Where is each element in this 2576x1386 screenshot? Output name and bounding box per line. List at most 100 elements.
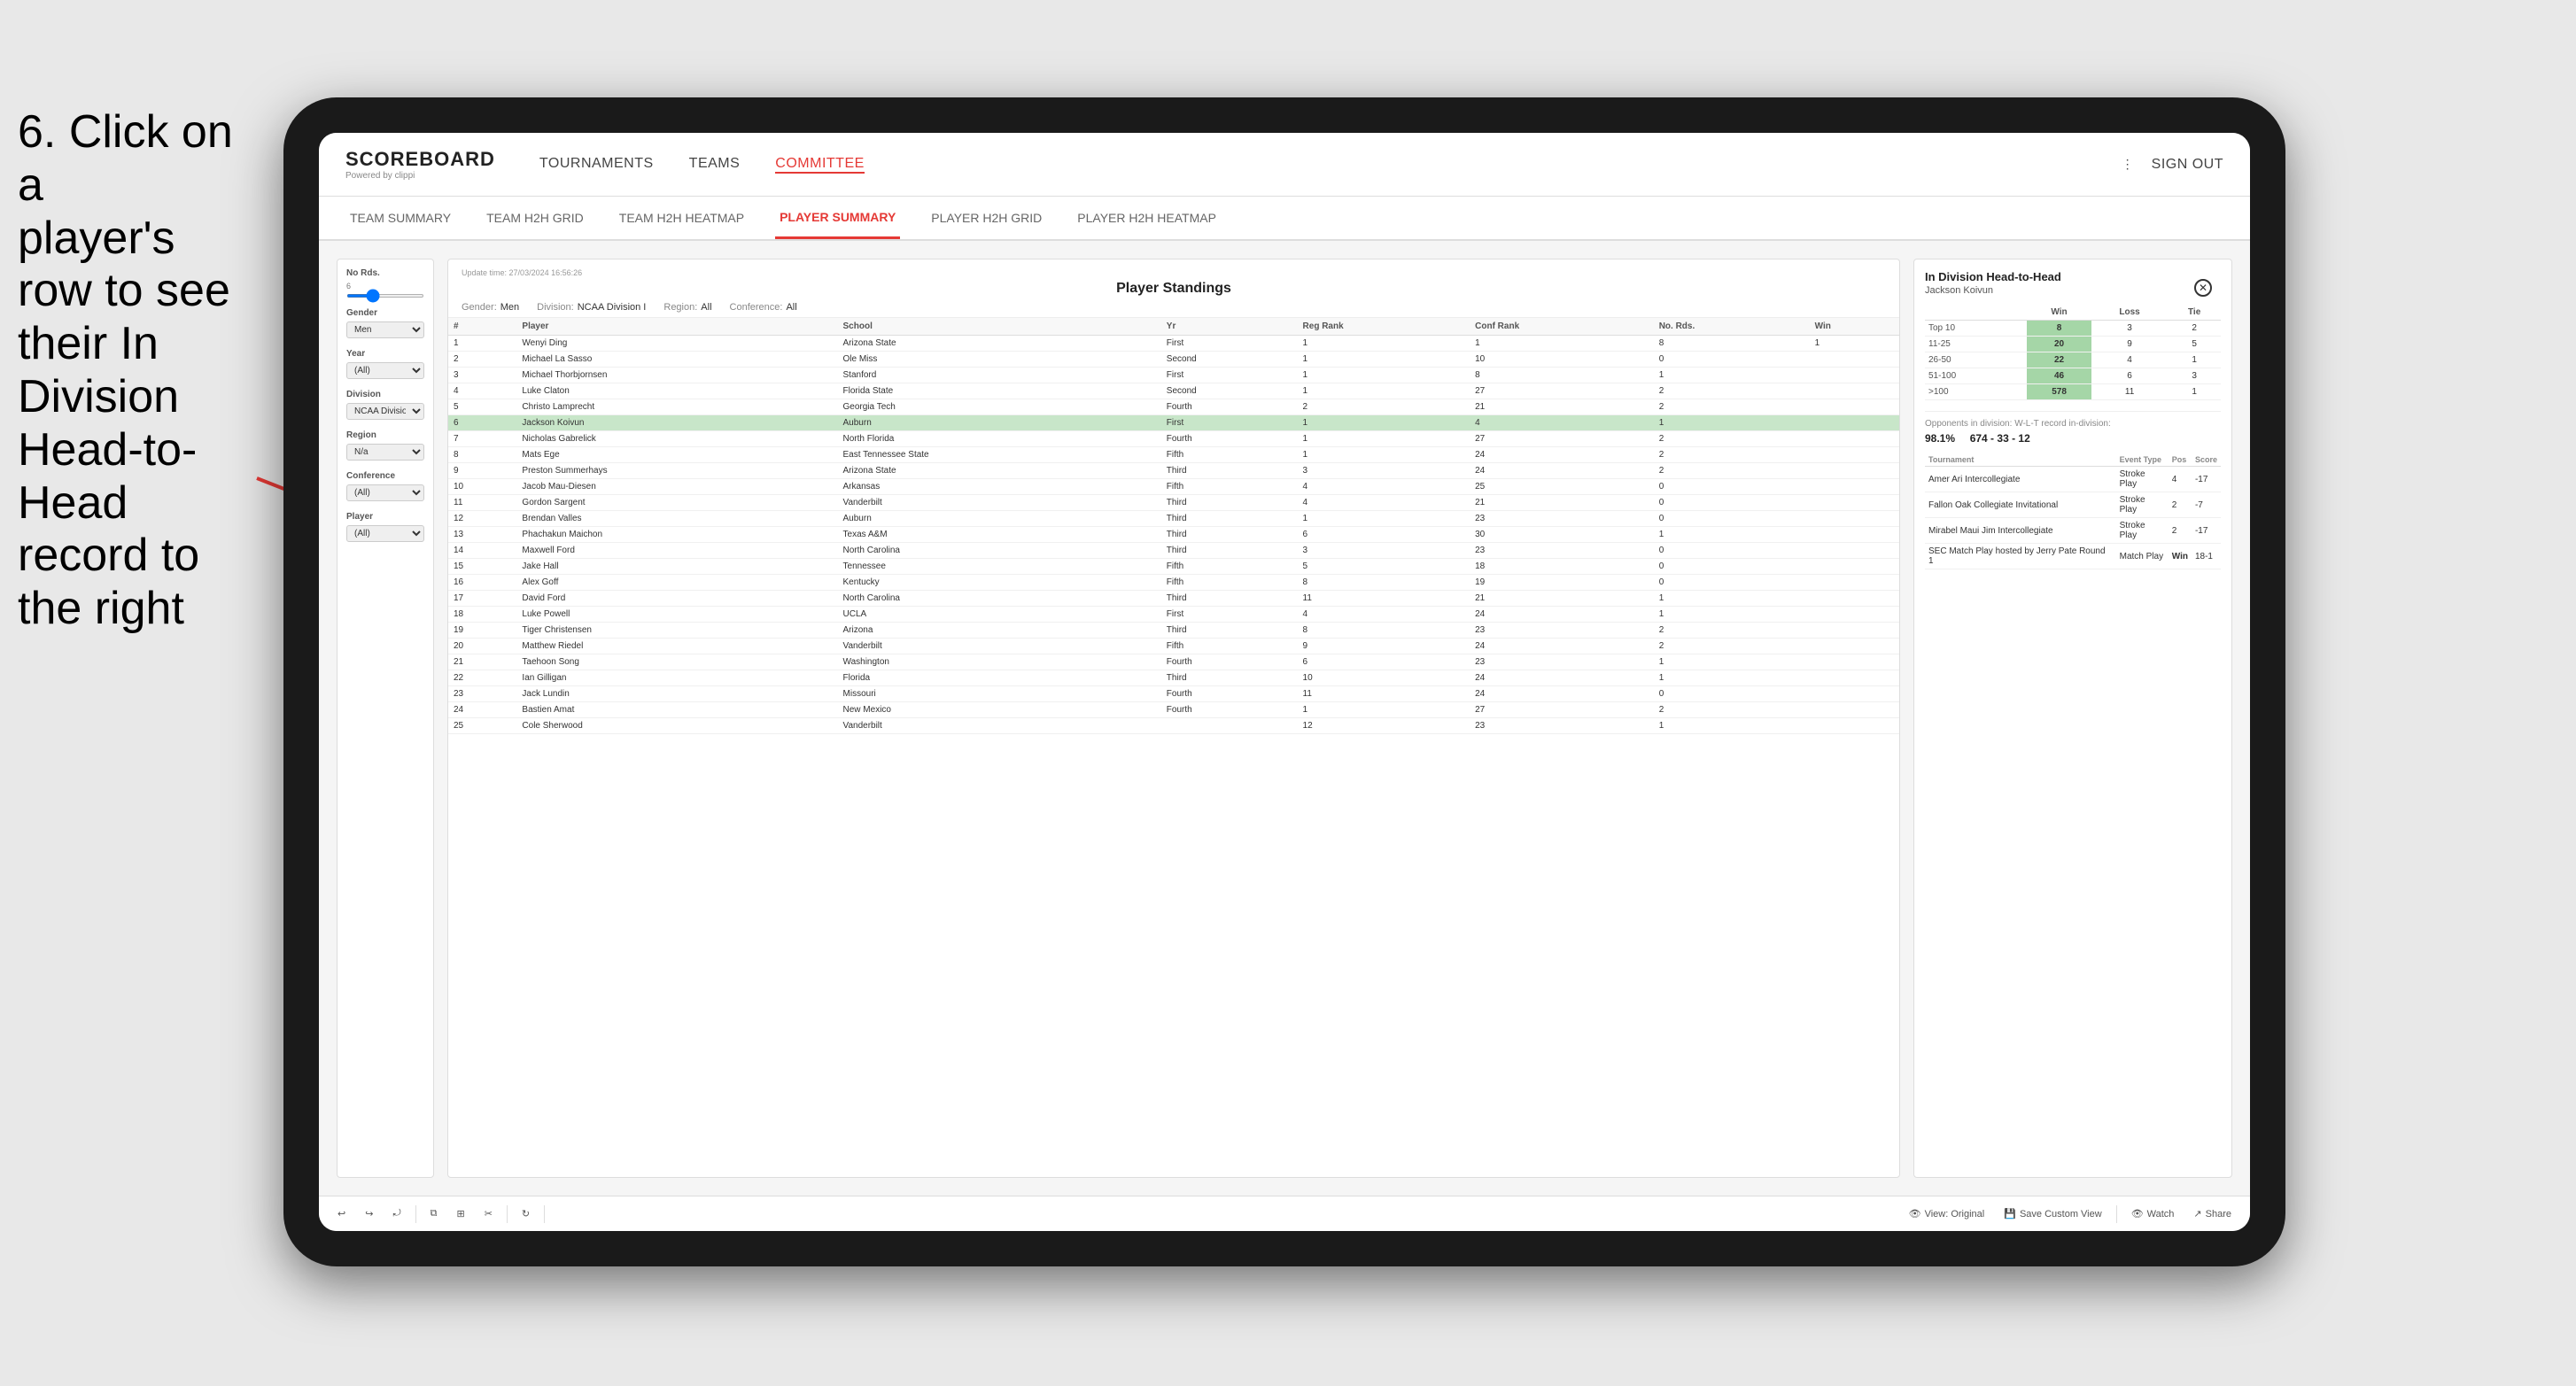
gender-select[interactable]: Men <box>346 321 424 338</box>
table-row[interactable]: 9 Preston Summerhays Arizona State Third… <box>448 463 1899 479</box>
region-select[interactable]: N/a <box>346 444 424 461</box>
conference-select[interactable]: (All) <box>346 484 424 501</box>
cell-reg: 4 <box>1298 607 1470 623</box>
h2h-col-loss: Loss <box>2091 305 2168 321</box>
sub-nav-team-summary[interactable]: TEAM SUMMARY <box>345 197 455 239</box>
cell-rds: 2 <box>1654 399 1810 415</box>
table-row[interactable]: 21 Taehoon Song Washington Fourth 6 23 1 <box>448 654 1899 670</box>
no-rds-label: No Rds. <box>346 268 424 278</box>
standings-header: Update time: 27/03/2024 16:56:26 Player … <box>448 259 1899 318</box>
standings-filters: Gender: Men Division: NCAA Division I Re… <box>462 302 1886 313</box>
paste-button[interactable]: ⊞ <box>451 1205 469 1222</box>
cell-conf: 27 <box>1470 702 1654 718</box>
t-col-score: Score <box>2192 453 2221 467</box>
col-yr: Yr <box>1161 318 1298 336</box>
sub-nav-team-h2h-heatmap[interactable]: TEAM H2H HEATMAP <box>615 197 749 239</box>
table-row[interactable]: 5 Christo Lamprecht Georgia Tech Fourth … <box>448 399 1899 415</box>
cell-num: 2 <box>448 352 516 368</box>
cell-rds: 2 <box>1654 383 1810 399</box>
table-row[interactable]: 7 Nicholas Gabrelick North Florida Fourt… <box>448 431 1899 447</box>
toolbar-sep2 <box>507 1205 508 1223</box>
nav-icon-dots: ⋮ <box>2122 157 2134 172</box>
watch-button[interactable]: 👁 Watch <box>2126 1205 2180 1222</box>
cell-num: 20 <box>448 639 516 654</box>
cell-reg: 1 <box>1298 415 1470 431</box>
table-row[interactable]: 3 Michael Thorbjornsen Stanford First 1 … <box>448 368 1899 383</box>
cell-conf: 23 <box>1470 511 1654 527</box>
cell-player: Preston Summerhays <box>516 463 837 479</box>
cut-button[interactable]: ✂ <box>479 1205 498 1222</box>
table-row[interactable]: 22 Ian Gilligan Florida Third 10 24 1 <box>448 670 1899 686</box>
h2h-loss-cell: 9 <box>2091 337 2168 352</box>
sub-nav-team-h2h-grid[interactable]: TEAM H2H GRID <box>482 197 588 239</box>
table-row[interactable]: 10 Jacob Mau-Diesen Arkansas Fifth 4 25 … <box>448 479 1899 495</box>
table-row[interactable]: 14 Maxwell Ford North Carolina Third 3 2… <box>448 543 1899 559</box>
cell-player: Wenyi Ding <box>516 336 837 352</box>
year-select[interactable]: (All) <box>346 362 424 379</box>
h2h-tie-cell: 1 <box>2168 352 2221 368</box>
cell-win <box>1810 623 1899 639</box>
cell-win: 1 <box>1810 336 1899 352</box>
sign-out-link[interactable]: Sign out <box>2152 157 2223 173</box>
player-select[interactable]: (All) <box>346 525 424 542</box>
table-row[interactable]: 6 Jackson Koivun Auburn First 1 4 1 <box>448 415 1899 431</box>
col-reg-rank: Reg Rank <box>1298 318 1470 336</box>
cell-rds: 0 <box>1654 479 1810 495</box>
undo-button[interactable]: ↩ <box>332 1205 351 1222</box>
h2h-win-cell: 578 <box>2027 384 2091 400</box>
save-custom-button[interactable]: 💾 Save Custom View <box>1998 1205 2107 1222</box>
cell-school: Tennessee <box>838 559 1161 575</box>
table-row[interactable]: 13 Phachakun Maichon Texas A&M Third 6 3… <box>448 527 1899 543</box>
cell-rds: 1 <box>1654 368 1810 383</box>
sub-nav-player-summary[interactable]: PLAYER SUMMARY <box>775 197 900 239</box>
cell-conf: 18 <box>1470 559 1654 575</box>
share-button[interactable]: ↗ Share <box>2188 1205 2237 1222</box>
h2h-close-button[interactable]: ✕ <box>2194 279 2212 297</box>
table-row[interactable]: 16 Alex Goff Kentucky Fifth 8 19 0 <box>448 575 1899 591</box>
table-row[interactable]: 25 Cole Sherwood Vanderbilt 12 23 1 <box>448 718 1899 734</box>
table-row[interactable]: 2 Michael La Sasso Ole Miss Second 1 10 … <box>448 352 1899 368</box>
copy-button[interactable]: ⧉ <box>425 1205 443 1222</box>
table-row[interactable]: 1 Wenyi Ding Arizona State First 1 1 8 1 <box>448 336 1899 352</box>
view-original-button[interactable]: 👁 View: Original <box>1904 1205 1990 1222</box>
h2h-header-row: In Division Head-to-Head Jackson Koivun … <box>1925 270 2221 296</box>
cell-reg: 1 <box>1298 511 1470 527</box>
table-row[interactable]: 18 Luke Powell UCLA First 4 24 1 <box>448 607 1899 623</box>
nav-teams[interactable]: TEAMS <box>689 156 741 174</box>
table-row[interactable]: 4 Luke Claton Florida State Second 1 27 … <box>448 383 1899 399</box>
table-row[interactable]: 12 Brendan Valles Auburn Third 1 23 0 <box>448 511 1899 527</box>
division-filter-display: Division: NCAA Division I <box>537 302 646 313</box>
h2h-col-tie: Tie <box>2168 305 2221 321</box>
table-row[interactable]: 24 Bastien Amat New Mexico Fourth 1 27 2 <box>448 702 1899 718</box>
cell-rds: 2 <box>1654 639 1810 654</box>
sub-nav: TEAM SUMMARY TEAM H2H GRID TEAM H2H HEAT… <box>319 197 2250 241</box>
cell-yr: Third <box>1161 543 1298 559</box>
table-row[interactable]: 20 Matthew Riedel Vanderbilt Fifth 9 24 … <box>448 639 1899 654</box>
conference-filter-display: Conference: All <box>730 302 797 313</box>
no-rds-slider[interactable]: 6 <box>346 282 424 298</box>
sub-nav-player-h2h-heatmap[interactable]: PLAYER H2H HEATMAP <box>1073 197 1221 239</box>
t-name: Fallon Oak Collegiate Invitational <box>1925 492 2116 518</box>
table-row[interactable]: 11 Gordon Sargent Vanderbilt Third 4 21 … <box>448 495 1899 511</box>
no-rds-range-input[interactable] <box>346 294 424 298</box>
division-select[interactable]: NCAA Division I <box>346 403 424 420</box>
table-row[interactable]: 8 Mats Ege East Tennessee State Fifth 1 … <box>448 447 1899 463</box>
cell-win <box>1810 479 1899 495</box>
cell-yr: Fourth <box>1161 686 1298 702</box>
tournament-row: Mirabel Maui Jim Intercollegiate Stroke … <box>1925 518 2221 544</box>
cell-win <box>1810 431 1899 447</box>
gender-filter: Gender Men <box>346 308 424 338</box>
nav-tournaments[interactable]: TOURNAMENTS <box>539 156 654 174</box>
nav-committee[interactable]: COMMITTEE <box>775 156 865 174</box>
col-num: # <box>448 318 516 336</box>
table-row[interactable]: 19 Tiger Christensen Arizona Third 8 23 … <box>448 623 1899 639</box>
cell-win <box>1810 383 1899 399</box>
sub-nav-player-h2h-grid[interactable]: PLAYER H2H GRID <box>927 197 1046 239</box>
redo-button[interactable]: ↪ <box>360 1205 378 1222</box>
redo2-button[interactable]: ⤾ <box>387 1205 406 1222</box>
table-row[interactable]: 17 David Ford North Carolina Third 11 21… <box>448 591 1899 607</box>
refresh-button[interactable]: ↻ <box>516 1205 535 1222</box>
cell-num: 17 <box>448 591 516 607</box>
table-row[interactable]: 23 Jack Lundin Missouri Fourth 11 24 0 <box>448 686 1899 702</box>
table-row[interactable]: 15 Jake Hall Tennessee Fifth 5 18 0 <box>448 559 1899 575</box>
